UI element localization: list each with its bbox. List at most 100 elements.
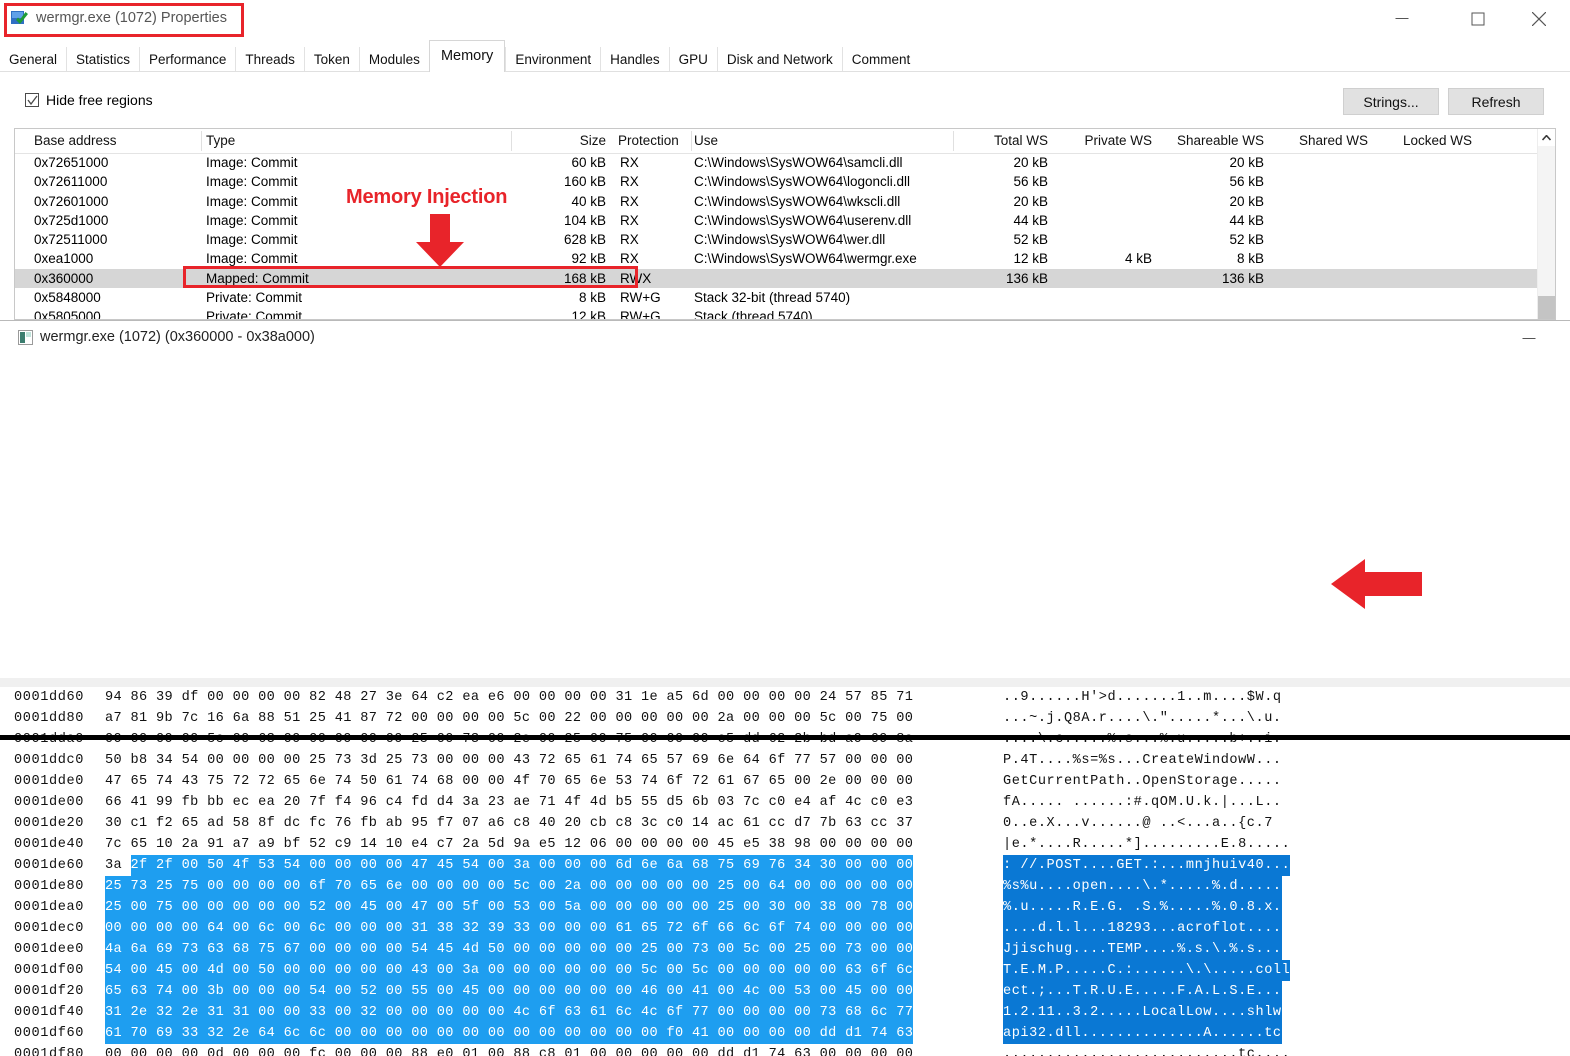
cell-private <box>1057 307 1157 319</box>
tab-gpu[interactable]: GPU <box>668 47 717 72</box>
cell-base: 0xea1000 <box>34 251 94 267</box>
annotation-memory-injection-label: Memory Injection <box>346 186 508 208</box>
cell-shareable <box>1161 288 1269 307</box>
tab-general[interactable]: General <box>0 47 66 72</box>
hex-line[interactable]: 0001df00 54 00 45 00 4d 00 50 00 00 00 00… <box>0 960 1570 981</box>
table-body[interactable]: 0x72651000 Image: Commit 60 kB RX C:\Windows… <box>15 153 1555 320</box>
hex-bytes: 3a 2f 2f 00 50 4f 53 54 00 00 00 00 47 4… <box>105 855 914 876</box>
hex-line[interactable]: 0001de80 25 73 25 75 00 00 00 00 6f 70 65… <box>0 876 1570 897</box>
tab-memory[interactable]: Memory <box>428 40 506 72</box>
hex-ascii-selected: Jjischug....TEMP....%.s.\.%.s... <box>1003 939 1282 960</box>
hex-dump-content[interactable]: 0001dd60 94 86 39 df 00 00 00 00 82 48 27… <box>0 687 1570 1056</box>
cell-locked <box>1377 307 1477 319</box>
tab-modules[interactable]: Modules <box>358 47 429 72</box>
hex-ascii: ...~.j.Q8A.r....\.".....*...\.u. <box>1003 711 1282 726</box>
column-header-use[interactable]: Use <box>689 129 953 152</box>
hex-ascii-selected: T.E.M.P.....C.:......\.\.....coll <box>1003 960 1291 981</box>
hex-line[interactable]: 0001dee0 4a 6a 69 73 63 68 75 67 00 00 00… <box>0 939 1570 960</box>
column-header-shareable-ws[interactable]: Shareable WS <box>1161 129 1269 152</box>
cell-use: C:\Windows\SysWOW64\logoncli.dll <box>694 174 911 190</box>
cell-size: 104 kB <box>563 212 606 228</box>
table-row[interactable]: 0x72601000 Image: Commit 40 kB RX C:\Windows… <box>15 192 1555 211</box>
hex-ascii: GetCurrentPath..OpenStorage..... <box>1003 774 1282 789</box>
column-header-shared-ws[interactable]: Shared WS <box>1273 129 1373 152</box>
tab-statistics[interactable]: Statistics <box>66 47 139 72</box>
cell-size: 628 kB <box>563 232 606 248</box>
cell-locked <box>1377 269 1477 288</box>
hex-line[interactable]: 0001de00 66 41 99 fb bb ec ea 20 7f f4 96… <box>0 792 1570 813</box>
hex-ascii: %s%u....open....\.*.....%.d..... <box>1003 876 1282 897</box>
cell-shared <box>1273 269 1373 288</box>
hex-ascii: ....d.l.l...18293...acroflot.... <box>1003 918 1282 939</box>
table-vertical-scrollbar[interactable] <box>1537 129 1555 319</box>
hex-address: 0001dec0 <box>14 921 85 936</box>
table-row[interactable]: 0x5805000 Private: Commit 12 kB RW+G Stack (… <box>15 307 1555 320</box>
cell-use: Stack (thread 5740) <box>694 309 813 320</box>
hex-line[interactable]: 0001ddc0 50 b8 34 54 00 00 00 00 25 73 3d… <box>0 750 1570 771</box>
column-header-total-ws[interactable]: Total WS <box>953 129 1053 152</box>
cell-use <box>689 269 953 288</box>
hex-line[interactable]: 0001dd60 94 86 39 df 00 00 00 00 82 48 27… <box>0 687 1570 708</box>
column-header-type[interactable]: Type <box>201 129 511 152</box>
table-row[interactable]: 0x725d1000 Image: Commit 104 kB RX C:\Window… <box>15 211 1555 230</box>
tab-handles[interactable]: Handles <box>600 47 669 72</box>
hex-line[interactable]: 0001df80 00 00 00 00 0d 00 00 00 fc 00 00… <box>0 1044 1570 1056</box>
tab-comment[interactable]: Comment <box>841 47 920 72</box>
tab-environment[interactable]: Environment <box>505 47 600 72</box>
hex-address: 0001de20 <box>14 816 85 831</box>
table-row[interactable]: 0xea1000 Image: Commit 92 kB RX C:\Windows\S… <box>15 249 1555 268</box>
hex-bytes: a7 81 9b 7c 16 6a 88 51 25 41 87 72 00 0… <box>105 711 914 726</box>
hex-line[interactable]: 0001df60 61 70 69 33 32 2e 64 6c 6c 00 00… <box>0 1023 1570 1044</box>
table-row[interactable]: 0x72651000 Image: Commit 60 kB RX C:\Windows… <box>15 153 1555 172</box>
checkbox-box[interactable] <box>25 93 39 107</box>
hex-bytes-selected: 2f 2f 00 50 4f 53 54 00 00 00 00 47 45 5… <box>130 855 914 876</box>
cell-private <box>1057 172 1157 191</box>
hex-window-minimize-button[interactable] <box>1506 320 1552 357</box>
column-header-size[interactable]: Size <box>511 129 611 152</box>
cell-use: C:\Windows\SysWOW64\wkscli.dll <box>694 193 901 209</box>
hex-bytes: 31 2e 32 2e 31 31 00 00 33 00 32 00 00 0… <box>105 1002 914 1023</box>
tab-threads[interactable]: Threads <box>235 47 304 72</box>
memory-regions-table[interactable]: Base address Type Size Protection Use Total W… <box>14 128 1556 320</box>
window-minimize-button[interactable] <box>1379 0 1425 38</box>
table-row[interactable]: 0x72611000 Image: Commit 160 kB RX C:\Window… <box>15 172 1555 191</box>
hex-line[interactable]: 0001dec0 00 00 00 00 64 00 6c 00 6c 00 00… <box>0 918 1570 939</box>
hex-line[interactable]: 0001de40 7c 65 10 2a 91 a7 a9 bf 52 c9 14… <box>0 834 1570 855</box>
window-titlebar: wermgr.exe (1072) Properties <box>0 0 1570 38</box>
cell-shareable: 20 kB <box>1229 193 1264 209</box>
table-row[interactable]: 0x5848000 Private: Commit 8 kB RW+G Stack 32… <box>15 288 1555 307</box>
strings-button[interactable]: Strings... <box>1343 88 1439 115</box>
cell-use: C:\Windows\SysWOW64\wermgr.exe <box>694 251 917 267</box>
tab-disk-and-network[interactable]: Disk and Network <box>716 47 842 72</box>
hex-line[interactable]: 0001dd80 a7 81 9b 7c 16 6a 88 51 25 41 87… <box>0 708 1570 729</box>
refresh-button[interactable]: Refresh <box>1448 88 1544 115</box>
cell-total: 56 kB <box>1013 174 1048 190</box>
hex-line[interactable]: 0001de20 30 c1 f2 65 ad 58 8f dc fc 76 fb… <box>0 813 1570 834</box>
hex-bytes: 30 c1 f2 65 ad 58 8f dc fc 76 fb ab 95 f… <box>105 816 914 831</box>
table-row[interactable]: 0x360000 Mapped: Commit 168 kB RWX 136 kB 136… <box>15 268 1555 289</box>
hex-line[interactable]: 0001df20 65 63 74 00 3b 00 00 00 54 00 52… <box>0 981 1570 1002</box>
hex-line[interactable]: 0001dea0 25 00 75 00 00 00 00 00 52 00 45… <box>0 897 1570 918</box>
table-row[interactable]: 0x72511000 Image: Commit 628 kB RX C:\Window… <box>15 230 1555 249</box>
cell-type: Image: Commit <box>206 155 298 170</box>
hex-line[interactable]: 0001de60 3a 2f 2f 00 50 4f 53 54 00 00 00… <box>0 855 1570 876</box>
column-header-locked-ws[interactable]: Locked WS <box>1377 129 1477 152</box>
column-header-private-ws[interactable]: Private WS <box>1057 129 1157 152</box>
scroll-up-icon[interactable] <box>1538 129 1555 146</box>
hex-line[interactable]: 0001dde0 47 65 74 43 75 72 72 65 6e 74 50… <box>0 771 1570 792</box>
scrollbar-track[interactable] <box>1538 146 1555 319</box>
hex-bytes-selected: 31 2e 32 2e 31 31 00 00 33 00 32 00 00 0… <box>105 1002 914 1023</box>
tab-token[interactable]: Token <box>303 47 359 72</box>
column-header-protection[interactable]: Protection <box>613 129 691 152</box>
cell-locked <box>1377 211 1477 230</box>
hex-line[interactable]: 0001df40 31 2e 32 2e 31 31 00 00 33 00 32… <box>0 1002 1570 1023</box>
hex-address: 0001de00 <box>14 795 85 810</box>
window-close-button[interactable] <box>1516 0 1562 38</box>
window-maximize-button[interactable] <box>1455 0 1501 38</box>
tab-performance[interactable]: Performance <box>139 47 235 72</box>
scrollbar-thumb[interactable] <box>1538 296 1555 319</box>
annotation-down-arrow-icon <box>414 214 466 268</box>
cell-shared <box>1273 230 1373 249</box>
column-header-base-address[interactable]: Base address <box>29 129 201 152</box>
hide-free-regions-checkbox[interactable]: Hide free regions <box>25 92 153 108</box>
